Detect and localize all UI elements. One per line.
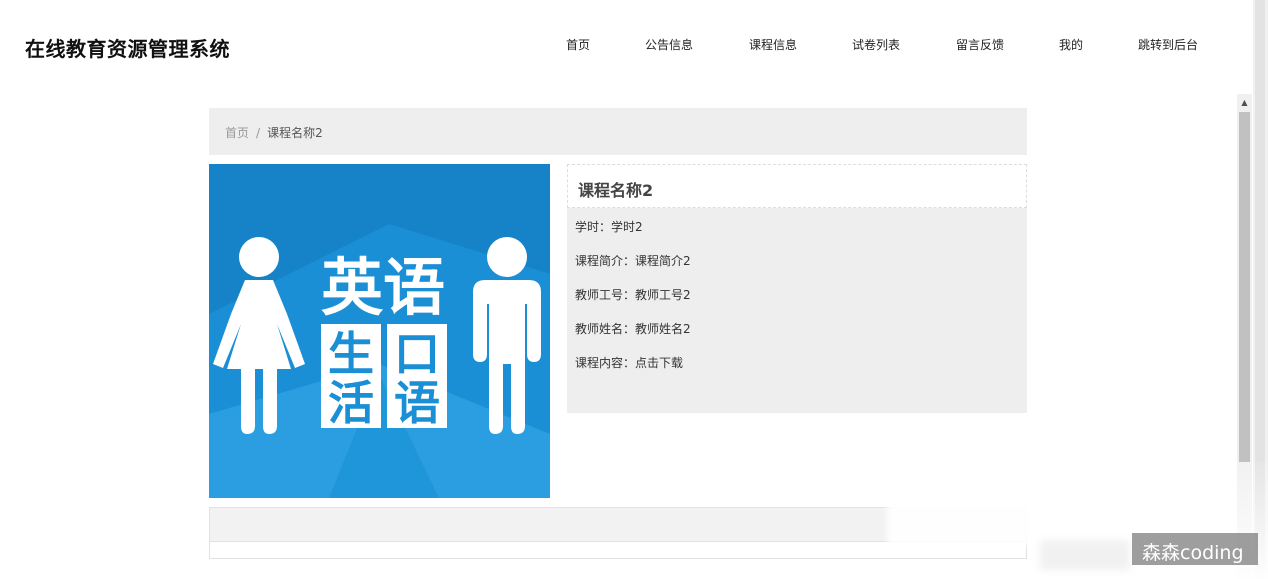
detail-label: 课程内容： [575,356,636,370]
detail-label: 教师姓名： [575,322,636,336]
course-cover-image: 英语 生 口 活 语 [209,164,550,498]
nav-feedback[interactable]: 留言反馈 [956,36,1004,53]
watermark: 森森coding [1132,533,1258,565]
detail-value: 教师姓名2 [635,322,691,336]
course-cover-illustration: 英语 生 口 活 语 [209,164,550,498]
nav-announcements[interactable]: 公告信息 [645,36,693,53]
cover-title-text: 英语 [321,251,445,324]
detail-value: 学时2 [611,220,643,234]
detail-row-content: 课程内容：点击下载 [575,354,683,371]
detail-label: 学时： [575,220,612,234]
site-title: 在线教育资源管理系统 [25,37,230,61]
content-scrollbar-thumb[interactable] [1239,112,1250,462]
detail-value: 教师工号2 [635,288,691,302]
nav-admin[interactable]: 跳转到后台 [1138,36,1198,53]
course-title-box: 课程名称2 [567,164,1027,208]
cover-char-3: 活 [328,376,374,430]
nav-home[interactable]: 首页 [566,36,590,53]
download-link[interactable]: 点击下载 [635,356,683,370]
cover-char-1: 生 [328,327,374,381]
scroll-up-arrow-icon[interactable]: ▲ [1237,94,1252,111]
detail-row-teacher-name: 教师姓名：教师姓名2 [575,320,691,337]
blur-overlay [887,500,1032,545]
breadcrumb-separator: / [256,126,261,140]
blur-overlay [1040,540,1130,570]
detail-label: 课程简介： [575,254,636,268]
cover-char-4: 语 [394,376,440,430]
nav-my[interactable]: 我的 [1059,36,1083,53]
breadcrumb-home-link[interactable]: 首页 [225,126,249,140]
detail-row-hours: 学时：学时2 [575,218,643,235]
nav-exam-list[interactable]: 试卷列表 [852,36,900,53]
detail-row-teacher-id: 教师工号：教师工号2 [575,286,691,303]
detail-value: 课程简介2 [635,254,691,268]
breadcrumb: 首页 / 课程名称2 [209,108,1027,155]
cover-char-2: 口 [394,327,440,381]
detail-label: 教师工号： [575,288,636,302]
breadcrumb-current: 课程名称2 [267,126,323,140]
nav-courses[interactable]: 课程信息 [749,36,797,53]
detail-row-intro: 课程简介：课程简介2 [575,252,691,269]
course-title: 课程名称2 [578,181,654,200]
course-detail-panel: 课程名称2 学时：学时2 课程简介：课程简介2 教师工号：教师工号2 教师姓名：… [567,164,1027,413]
